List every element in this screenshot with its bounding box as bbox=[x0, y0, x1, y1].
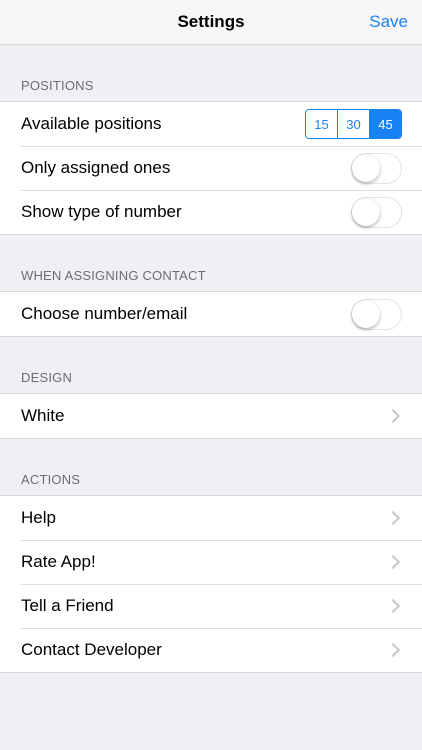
available-positions-row: Available positions 15 30 45 bbox=[0, 102, 422, 146]
toggle-knob bbox=[352, 299, 380, 328]
action-help-label: Help bbox=[21, 508, 56, 527]
available-positions-label: Available positions bbox=[21, 114, 162, 133]
chevron-right-icon bbox=[385, 408, 401, 424]
action-help-row[interactable]: Help bbox=[0, 496, 422, 540]
segment-30[interactable]: 30 bbox=[337, 110, 369, 138]
section-header-actions: ACTIONS bbox=[21, 472, 81, 487]
page-title: Settings bbox=[177, 12, 245, 31]
segment-45[interactable]: 45 bbox=[369, 110, 401, 138]
section-header-design: DESIGN bbox=[21, 370, 73, 385]
action-tell-friend-row[interactable]: Tell a Friend bbox=[0, 584, 422, 628]
positions-group: Available positions 15 30 45 Only assign… bbox=[0, 101, 422, 235]
choose-number-row: Choose number/email bbox=[0, 292, 422, 336]
action-tell-friend-label: Tell a Friend bbox=[21, 596, 114, 615]
chevron-right-icon bbox=[385, 598, 401, 614]
action-contact-developer-row[interactable]: Contact Developer bbox=[0, 628, 422, 672]
assigning-group: Choose number/email bbox=[0, 291, 422, 337]
chevron-right-icon bbox=[385, 510, 401, 526]
segment-15[interactable]: 15 bbox=[306, 110, 337, 138]
section-header-assigning: WHEN ASSIGNING CONTACT bbox=[21, 268, 206, 283]
choose-number-label: Choose number/email bbox=[21, 304, 188, 323]
design-theme-label: White bbox=[21, 406, 65, 425]
navigation-bar: Settings Save bbox=[0, 0, 422, 45]
design-group: White bbox=[0, 393, 422, 439]
chevron-right-icon bbox=[385, 642, 401, 658]
action-rate-app-row[interactable]: Rate App! bbox=[0, 540, 422, 584]
action-rate-app-label: Rate App! bbox=[21, 552, 96, 571]
choose-number-toggle[interactable] bbox=[351, 298, 402, 330]
show-type-toggle[interactable] bbox=[351, 196, 402, 228]
only-assigned-row: Only assigned ones bbox=[0, 146, 422, 190]
only-assigned-toggle[interactable] bbox=[351, 152, 402, 184]
section-header-positions: POSITIONS bbox=[21, 78, 94, 93]
action-contact-developer-label: Contact Developer bbox=[21, 640, 162, 659]
show-type-label: Show type of number bbox=[21, 202, 182, 221]
toggle-knob bbox=[352, 197, 380, 226]
chevron-right-icon bbox=[385, 554, 401, 570]
design-theme-row[interactable]: White bbox=[0, 394, 422, 438]
actions-group: Help Rate App! Tell a Friend Contact Dev… bbox=[0, 495, 422, 673]
show-type-row: Show type of number bbox=[0, 190, 422, 234]
positions-segmented-control: 15 30 45 bbox=[305, 109, 402, 139]
only-assigned-label: Only assigned ones bbox=[21, 158, 171, 177]
toggle-knob bbox=[352, 153, 380, 182]
save-button[interactable]: Save bbox=[369, 0, 408, 44]
